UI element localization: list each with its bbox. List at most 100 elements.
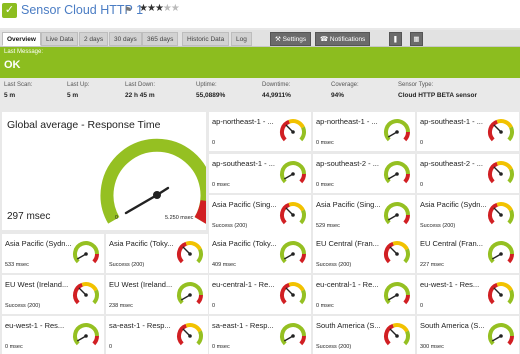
sensor-gauge-card[interactable]: ap-northeast-1 - ... 0 bbox=[209, 112, 311, 151]
sensor-name: EU West (Ireland... bbox=[109, 280, 173, 289]
stat-value: 5 m bbox=[67, 92, 79, 99]
star-icon[interactable]: ★ bbox=[163, 3, 172, 14]
sensor-gauge-card[interactable]: South America (S... 300 msec bbox=[417, 316, 519, 354]
mini-gauge-dial bbox=[280, 323, 307, 346]
sensor-name: eu-west-1 - Res... bbox=[420, 280, 480, 289]
sensor-name: ap-southeast-2 - ... bbox=[420, 159, 483, 168]
sensor-gauge-card[interactable]: ap-southeast-2 - ... 0 msec bbox=[313, 154, 415, 193]
sensor-name: sa-east-1 - Resp... bbox=[109, 321, 171, 330]
notifications-button[interactable]: ☎ Notifications bbox=[315, 32, 371, 46]
sensor-gauge-card[interactable]: eu-west-1 - Res... 0 bbox=[417, 275, 519, 314]
mini-gauge-dial bbox=[280, 161, 307, 184]
sensor-gauge-card[interactable]: Asia Pacific (Sydn... 533 msec bbox=[2, 234, 104, 273]
trash-icon: ▦ bbox=[413, 36, 420, 43]
tab-log[interactable]: Log bbox=[231, 32, 252, 46]
pause-button[interactable]: ❚ bbox=[389, 32, 402, 46]
gauge-max-label: 5.250 msec bbox=[165, 215, 194, 221]
sensor-value: 0 msec bbox=[212, 344, 230, 350]
settings-button[interactable]: ⚒ Settings bbox=[270, 32, 312, 46]
sensor-gauge-card[interactable]: ap-southeast-1 - ... 0 msec bbox=[209, 154, 311, 193]
sensor-gauge-card[interactable]: EU West (Ireland... Success (200) bbox=[2, 275, 104, 314]
sensor-name: Asia Pacific (Toky... bbox=[212, 239, 277, 248]
sensor-value: 529 msec bbox=[316, 223, 340, 229]
sensor-name: South America (S... bbox=[420, 321, 485, 330]
sensor-value: 0 msec bbox=[212, 182, 230, 188]
tab-2-days[interactable]: 2 days bbox=[79, 32, 109, 46]
tab-overview[interactable]: Overview bbox=[2, 32, 41, 46]
priority-stars[interactable]: ★★★★★ bbox=[139, 3, 180, 14]
sensor-gauge-card[interactable]: Asia Pacific (Sing... Success (200) bbox=[209, 195, 311, 234]
sensor-gauge-card[interactable]: Asia Pacific (Sing... 529 msec bbox=[313, 195, 415, 234]
sensor-gauge-card[interactable]: eu-central-1 - Re... 0 bbox=[209, 275, 311, 314]
sensor-value: 533 msec bbox=[5, 262, 29, 268]
sensor-name: ap-southeast-1 - ... bbox=[420, 117, 483, 126]
mini-gauge-dial bbox=[383, 323, 410, 346]
mini-gauge-dial bbox=[383, 241, 410, 264]
mini-gauge-dial bbox=[72, 282, 99, 305]
flag-icon[interactable]: ⚑ bbox=[124, 5, 132, 16]
stat-last-scan: Last Scan: 5 m bbox=[4, 82, 32, 99]
sensor-gauge-card[interactable]: sa-east-1 - Resp... 0 bbox=[106, 316, 208, 354]
sensor-name: eu-west-1 - Res... bbox=[5, 321, 65, 330]
sensor-name: EU Central (Fran... bbox=[316, 239, 379, 248]
mini-gauge-dial bbox=[279, 202, 306, 225]
global-average-gauge-card[interactable]: Global average - Response Time 297 msec … bbox=[2, 112, 206, 230]
sensor-value: 0 msec bbox=[316, 182, 334, 188]
sensor-gauge-card[interactable]: eu-west-1 - Res... 0 msec bbox=[2, 316, 104, 354]
sensor-value: 0 bbox=[420, 182, 424, 188]
stat-last-up: Last Up: 5 m bbox=[67, 82, 89, 99]
star-icon[interactable]: ★ bbox=[171, 3, 180, 14]
sensor-gauge-card[interactable]: EU Central (Fran... Success (200) bbox=[313, 234, 415, 273]
stat-key: Sensor Type: bbox=[398, 82, 434, 88]
sensor-gauge-card[interactable]: Asia Pacific (Toky... Success (200) bbox=[106, 234, 208, 273]
page-header: ✓ Sensor Cloud HTTP 1 ⚑ ★★★★★ bbox=[0, 0, 520, 28]
stat-key: Last Scan: bbox=[4, 82, 33, 88]
sensor-value: 0 bbox=[109, 344, 113, 350]
tab-live-data[interactable]: Live Data bbox=[41, 32, 79, 46]
sensor-gauge-card[interactable]: ap-southeast-2 - ... 0 bbox=[417, 154, 519, 193]
mini-gauge-dial bbox=[488, 323, 515, 346]
sensor-value: 0 bbox=[212, 140, 216, 146]
sensor-value: 0 bbox=[420, 140, 424, 146]
stat-key: Last Up: bbox=[67, 82, 90, 88]
sensor-value: 0 msec bbox=[5, 344, 23, 350]
sensor-value: Success (200) bbox=[212, 223, 248, 229]
mini-gauge-dial bbox=[384, 202, 411, 225]
stat-sensor-type: Sensor Type: Cloud HTTP BETA sensor bbox=[398, 82, 477, 99]
stat-key: Coverage: bbox=[331, 82, 359, 88]
sensor-value: 0 bbox=[420, 303, 424, 309]
sensor-gauge-card[interactable]: EU Central (Fran... 227 msec bbox=[417, 234, 519, 273]
mini-gauge-dial bbox=[177, 282, 204, 305]
sensor-gauge-card[interactable]: South America (S... Success (200) bbox=[313, 316, 415, 354]
sensor-gauge-card[interactable]: ap-northeast-1 - ... 0 msec bbox=[313, 112, 415, 151]
delete-button[interactable]: ▦ bbox=[410, 32, 423, 46]
sensor-gauge-card[interactable]: Asia Pacific (Toky... 409 msec bbox=[209, 234, 311, 273]
star-icon[interactable]: ★ bbox=[139, 3, 148, 14]
sensor-gauge-card[interactable]: eu-central-1 - Re... 0 msec bbox=[313, 275, 415, 314]
sensor-gauge-card[interactable]: ap-southeast-1 - ... 0 bbox=[417, 112, 519, 151]
sensor-value: 0 msec bbox=[316, 140, 334, 146]
sensor-name: eu-central-1 - Re... bbox=[316, 280, 379, 289]
sensor-name: South America (S... bbox=[316, 321, 381, 330]
tab-365-days[interactable]: 365 days bbox=[142, 32, 179, 46]
sensor-name: Asia Pacific (Sydn... bbox=[5, 239, 72, 248]
tab-30-days[interactable]: 30 days bbox=[109, 32, 142, 46]
sensor-gauge-card[interactable]: EU West (Ireland... 238 msec bbox=[106, 275, 208, 314]
sensor-gauge-card[interactable]: Asia Pacific (Sydn... Success (200) bbox=[417, 195, 519, 234]
sensor-value: 0 msec bbox=[316, 303, 334, 309]
bell-icon: ☎ bbox=[320, 36, 330, 43]
star-icon[interactable]: ★ bbox=[147, 3, 156, 14]
stat-key: Downtime: bbox=[262, 82, 291, 88]
mini-gauge-dial bbox=[487, 202, 514, 225]
sensor-name: Asia Pacific (Sing... bbox=[316, 200, 381, 209]
sensor-value: Success (200) bbox=[316, 262, 352, 268]
mini-gauge-dial bbox=[487, 161, 514, 184]
mini-gauge-dial bbox=[487, 119, 514, 142]
mini-gauge-dial bbox=[280, 241, 307, 264]
mini-gauge-dial bbox=[384, 161, 411, 184]
notifications-label: Notifications bbox=[329, 36, 366, 43]
global-average-value: 297 msec bbox=[7, 211, 51, 222]
star-icon[interactable]: ★ bbox=[155, 3, 164, 14]
sensor-gauge-card[interactable]: sa-east-1 - Resp... 0 msec bbox=[209, 316, 311, 354]
tab-historic-data[interactable]: Historic Data bbox=[182, 32, 230, 46]
